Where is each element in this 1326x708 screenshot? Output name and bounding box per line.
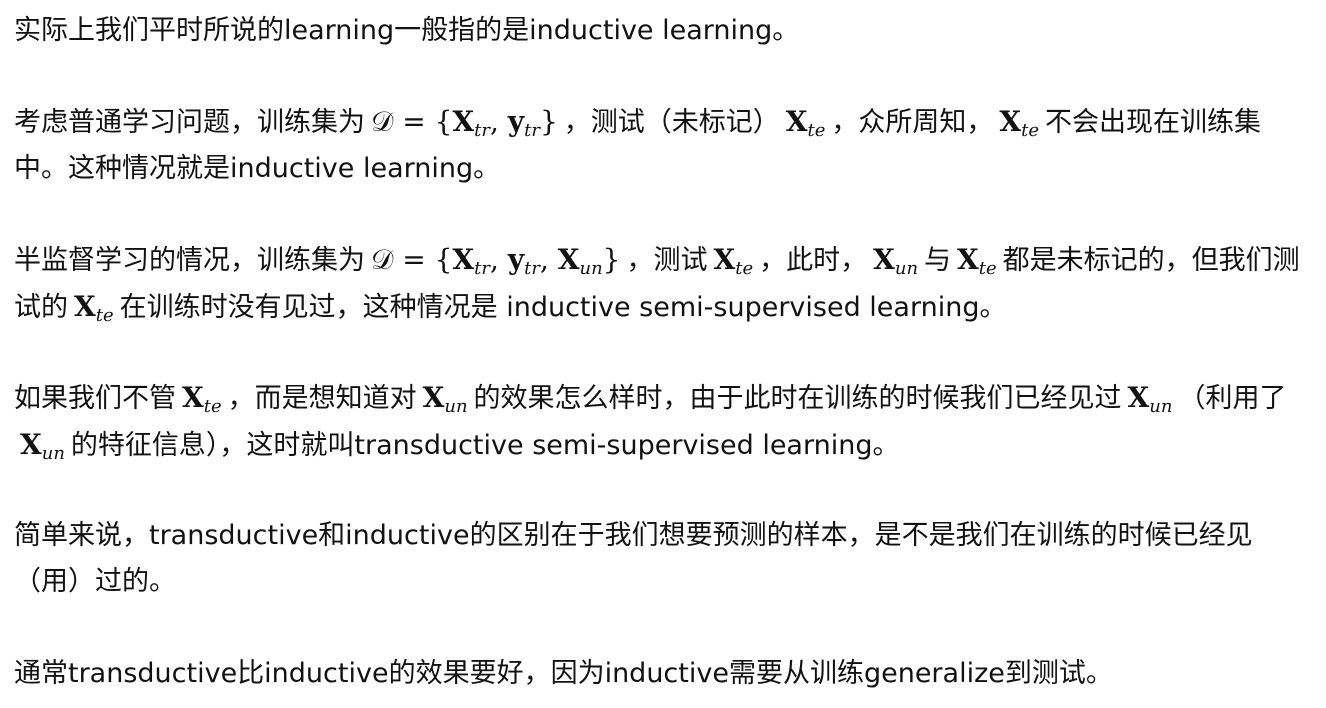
paragraph-summary: 简单来说，transductive和inductive的区别在于我们想要预测的样…	[14, 520, 1253, 597]
math-x-un: Xun	[20, 428, 65, 464]
math-x-un: Xun	[1127, 381, 1173, 417]
math-x-te: Xte	[182, 381, 222, 417]
text-segment: 的特征信息），这时就叫transductive semi-supervised …	[70, 430, 900, 461]
math-x-te: Xte	[713, 243, 754, 279]
text-segment: ，测试（未标记）	[563, 107, 780, 138]
text-segment: （利用了	[1178, 383, 1287, 414]
paragraph-conclusion: 通常transductive比inductive的效果要好，因为inductiv…	[14, 658, 1113, 689]
math-x-te: Xte	[957, 243, 997, 279]
text-segment: 在训练时没有见过，这种情况是 inductive semi-supervised…	[119, 292, 1007, 323]
paragraph-learning-definition: 实际上我们平时所说的learning一般指的是inductive learnin…	[14, 15, 800, 46]
text-segment: 的效果怎么样时，由于此时在训练的时候我们已经见过	[473, 383, 1122, 414]
text-segment: 与	[924, 245, 952, 276]
paragraph-inductive-learning: 考虑普通学习问题，训练集为 𝒟 = {Xtr, ytr} ，测试（未标记） Xte ，众…	[14, 99, 1314, 192]
article-body: 实际上我们平时所说的learning一般指的是inductive learnin…	[0, 0, 1326, 708]
math-x-te: Xte	[785, 105, 826, 141]
text-segment: 如果我们不管	[14, 383, 176, 414]
text-segment: 考虑普通学习问题，训练集为	[14, 107, 365, 138]
math-x-un: Xun	[873, 243, 919, 279]
math-training-set: 𝒟 = {Xtr, ytr}	[371, 105, 558, 141]
math-x-te: Xte	[999, 105, 1040, 141]
text-segment: ，测试	[626, 245, 708, 276]
math-x-te: Xte	[74, 290, 114, 326]
paragraph-transductive: 如果我们不管 Xte ，而是想知道对 Xun 的效果怎么样时，由于此时在训练的时候我们已…	[14, 375, 1314, 469]
text-segment: ，此时，	[759, 245, 868, 276]
text-segment: 半监督学习的情况，训练集为	[14, 245, 365, 276]
text-segment: ，而是想知道对	[227, 383, 417, 414]
math-x-un: Xun	[422, 381, 468, 417]
math-training-set: 𝒟 = {Xtr, ytr, Xun}	[371, 243, 621, 279]
paragraph-semi-supervised: 半监督学习的情况，训练集为 𝒟 = {Xtr, ytr, Xun} ，测试 Xte ，此…	[14, 237, 1314, 331]
text-segment: ，众所周知，	[831, 107, 994, 138]
